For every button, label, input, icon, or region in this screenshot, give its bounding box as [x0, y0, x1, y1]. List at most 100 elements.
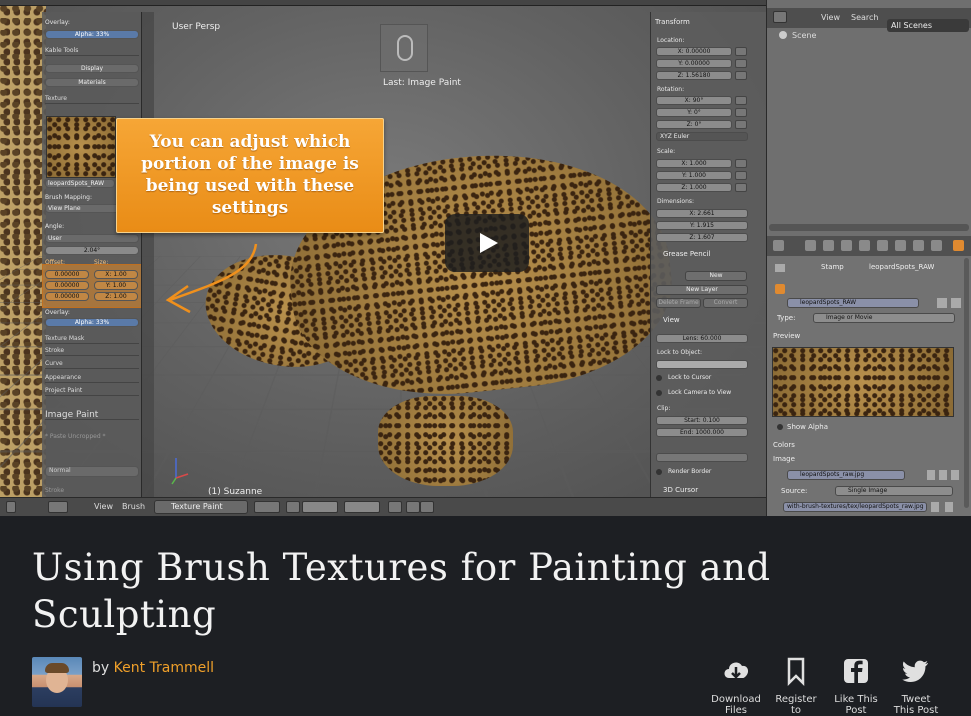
outliner-scrollbar[interactable] — [769, 224, 969, 231]
image-header[interactable]: Image — [773, 455, 795, 463]
project-paint-header[interactable]: Project Paint — [45, 386, 139, 396]
outliner-search-menu[interactable]: Search — [851, 13, 878, 22]
tweet-post-button[interactable]: Tweet This Post — [888, 656, 944, 716]
add-icon[interactable] — [937, 298, 947, 308]
folder-icon[interactable] — [931, 502, 939, 512]
author-link[interactable]: Kent Trammell — [114, 660, 214, 676]
grease-pencil-header[interactable]: Grease Pencil — [663, 250, 766, 258]
mode-select[interactable]: Texture Paint — [154, 500, 248, 514]
texture-header[interactable]: Texture — [45, 94, 139, 104]
lens-field[interactable]: Lens: 60.000 — [656, 334, 748, 343]
add-icon[interactable] — [927, 470, 935, 480]
render-border-checkbox[interactable]: Render Border — [656, 468, 711, 475]
lock-icon[interactable] — [735, 47, 747, 56]
size-y-field[interactable]: Y: 1.00 — [94, 281, 138, 290]
tool-shelf-scroll[interactable] — [142, 12, 154, 497]
blend-mode-select[interactable]: Normal — [45, 466, 139, 477]
lock-to-cursor-checkbox[interactable]: Lock to Cursor — [656, 374, 711, 381]
rotation-y-field[interactable]: Y: 0° — [656, 108, 732, 117]
clip-end-field[interactable]: End: 1000.000 — [656, 428, 748, 437]
type-select[interactable]: Image or Movie — [813, 313, 955, 323]
render-icon[interactable] — [773, 240, 784, 251]
size-x-field[interactable]: X: 1.00 — [94, 270, 138, 279]
play-button[interactable] — [445, 214, 529, 272]
reload-icon[interactable] — [945, 502, 953, 512]
close-icon[interactable] — [951, 470, 959, 480]
display-mode-select[interactable]: All Scenes — [887, 19, 969, 32]
editor-type-icon[interactable] — [773, 11, 787, 23]
lock-object-field[interactable] — [656, 360, 748, 369]
lock-icon[interactable] — [735, 59, 747, 68]
preview-header[interactable]: Preview — [773, 332, 800, 340]
lock-icon[interactable] — [735, 171, 747, 180]
overlay2-alpha-field[interactable]: Alpha: 33% — [45, 318, 139, 327]
offset-z-field[interactable]: 0.00000 — [45, 292, 89, 301]
brush-texture-icon[interactable] — [775, 284, 785, 294]
brush-menu[interactable]: Brush — [122, 502, 145, 511]
dimension-x-field[interactable]: X: 2.661 — [656, 209, 748, 218]
pivot-icon[interactable] — [286, 501, 300, 513]
dimension-z-field[interactable]: Z: 1.607 — [656, 233, 748, 242]
like-post-button[interactable]: Like This Post — [828, 656, 884, 716]
texture-thumbnail[interactable] — [46, 116, 116, 178]
rotation-mode-select[interactable]: XYZ Euler — [656, 132, 748, 141]
scene-icon[interactable] — [805, 240, 816, 251]
image-icon[interactable] — [420, 501, 434, 513]
texture-tab-icon[interactable] — [953, 240, 964, 251]
offset-x-field[interactable]: 0.00000 — [45, 270, 89, 279]
colors-header[interactable]: Colors — [773, 441, 795, 449]
materials-button[interactable]: Materials — [45, 78, 139, 87]
constraints-icon[interactable] — [859, 240, 870, 251]
layers-grid-icon[interactable] — [302, 501, 338, 513]
location-x-field[interactable]: X: 0.00000 — [656, 47, 732, 56]
lock-icon[interactable] — [735, 96, 747, 105]
kable-tools-header[interactable]: Kable Tools — [45, 46, 139, 56]
source-select[interactable]: Single Image — [835, 486, 953, 496]
offset-y-field[interactable]: 0.00000 — [45, 281, 89, 290]
register-button[interactable]: Register to — [768, 656, 824, 716]
folder-icon[interactable] — [939, 470, 947, 480]
transform-header[interactable]: Transform — [655, 18, 765, 26]
outliner-view-menu[interactable]: View — [821, 13, 840, 22]
image-paint-header[interactable]: Image Paint — [45, 410, 139, 420]
world-icon[interactable] — [823, 240, 834, 251]
outliner-scene-item[interactable]: Scene — [792, 31, 816, 40]
render-icon[interactable] — [388, 501, 402, 513]
texture-datablock-field[interactable]: leopardSpots_RAW — [787, 298, 919, 308]
properties-scrollbar[interactable] — [964, 258, 969, 508]
data-icon[interactable] — [895, 240, 906, 251]
lock-icon[interactable] — [735, 183, 747, 192]
close-icon[interactable] — [951, 298, 961, 308]
pin-icon[interactable] — [775, 264, 785, 272]
image-datablock-field[interactable]: leopardSpots_raw.jpg — [787, 470, 905, 480]
object-icon[interactable] — [841, 240, 852, 251]
lock-icon[interactable] — [735, 71, 747, 80]
shading-select[interactable] — [254, 501, 280, 513]
size-z-field[interactable]: Z: 1.00 — [94, 292, 138, 301]
dimension-y-field[interactable]: Y: 1.915 — [656, 221, 748, 230]
overlay-alpha-field[interactable]: Alpha: 33% — [45, 30, 139, 39]
show-alpha-checkbox[interactable] — [777, 424, 783, 430]
location-z-field[interactable]: Z: 1.56180 — [656, 71, 732, 80]
editor-type-icon[interactable] — [6, 501, 16, 513]
view-menu[interactable]: View — [94, 502, 113, 511]
material-icon[interactable] — [913, 240, 924, 251]
scale-y-field[interactable]: Y: 1.000 — [656, 171, 732, 180]
clip-start-field[interactable]: Start: 0.100 — [656, 416, 748, 425]
angle-value-field[interactable]: 2.04° — [45, 246, 139, 255]
delete-frame-button[interactable]: Delete Frame — [656, 298, 701, 308]
modifiers-icon[interactable] — [877, 240, 888, 251]
3d-cursor-header[interactable]: 3D Cursor — [663, 486, 766, 494]
display-button[interactable]: Display — [45, 64, 139, 73]
lock-icon[interactable] — [735, 108, 747, 117]
lock-icon[interactable] — [735, 159, 747, 168]
angle-mode-select[interactable]: User — [45, 234, 139, 243]
image-path-field[interactable]: with-brush-textures/tex/leopardSpots_raw… — [783, 502, 927, 512]
convert-button[interactable]: Convert — [703, 298, 748, 308]
author-avatar[interactable] — [32, 657, 82, 707]
lock-icon[interactable] — [735, 120, 747, 129]
curve-header[interactable]: Curve — [45, 359, 139, 369]
particles-icon[interactable] — [931, 240, 942, 251]
stroke-header[interactable]: Stroke — [45, 346, 139, 356]
video-player[interactable]: User Persp Last: Image Paint (1) Suzanne… — [0, 0, 971, 516]
